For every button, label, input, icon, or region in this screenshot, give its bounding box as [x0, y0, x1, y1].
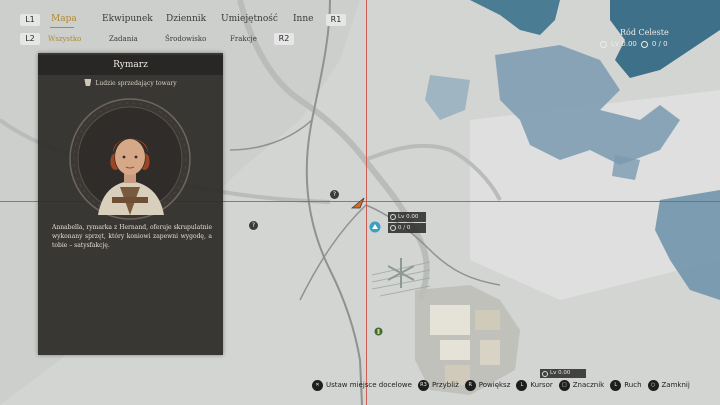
tab-equipment[interactable]: Ekwipunek: [102, 14, 153, 24]
l2-button-hint[interactable]: L2: [20, 33, 40, 45]
control-hints: ✕ Ustaw miejsce docelowe R3 Przybliż R P…: [312, 378, 690, 392]
panel-title: Rymarz: [38, 55, 223, 75]
map-count-value: 0 / 0: [398, 225, 411, 231]
level-icon: [600, 40, 607, 48]
control-label: Kursor: [530, 381, 553, 389]
map-bottom-level-pill: Lv 0.00: [540, 369, 586, 378]
region-stats: Lv 0.00 0 / 0: [600, 38, 668, 50]
left-stick-icon: L: [610, 379, 622, 391]
map-bottom-level-value: Lv 0.00: [550, 370, 571, 376]
control-set-destination[interactable]: ✕ Ustaw miejsce docelowe: [312, 379, 412, 391]
control-zoom[interactable]: R Powiększ: [464, 379, 511, 391]
control-cursor[interactable]: L Kursor: [516, 379, 553, 391]
control-close[interactable]: ○ Zamknij: [647, 379, 690, 391]
control-zoom-in[interactable]: R3 Przybliż: [417, 379, 459, 391]
control-label: Ruch: [624, 381, 642, 389]
control-label: Zamknij: [661, 381, 690, 389]
merchant-icon: [84, 79, 92, 86]
active-tab-underline: [50, 27, 74, 28]
subtab-factions[interactable]: Frakcje: [230, 35, 257, 43]
horse-merchant-icon[interactable]: [369, 221, 381, 233]
square-button-icon: □: [558, 379, 570, 391]
control-label: Znacznik: [572, 381, 605, 389]
map-level-value: Lv 0.00: [398, 214, 419, 220]
npc-description: Annabella, rymarka z Hernand, oferuje sk…: [52, 224, 212, 249]
progress-icon: [640, 40, 648, 48]
right-stick-icon: R: [464, 379, 476, 391]
crosshair-vertical: [366, 0, 367, 405]
tab-skills[interactable]: Umiejętność: [221, 14, 278, 24]
tab-map[interactable]: Mapa: [51, 14, 77, 24]
control-move[interactable]: L Ruch: [610, 379, 642, 391]
r1-button-hint[interactable]: R1: [326, 14, 346, 26]
region-name: Ród Celeste: [620, 28, 669, 37]
unknown-location-marker[interactable]: ?: [330, 190, 339, 199]
control-marker[interactable]: □ Znacznik: [558, 379, 605, 391]
cross-button-icon: ✕: [312, 379, 323, 391]
subtab-quests[interactable]: Zadania: [109, 35, 138, 43]
panel-subtitle: Ludzie sprzedający towary: [38, 79, 223, 87]
map-count-pill: 0 / 0: [388, 223, 426, 233]
level-icon: [390, 214, 396, 220]
r3-button-icon: R3: [417, 379, 429, 391]
npc-portrait: [68, 97, 192, 221]
progress-icon: [390, 225, 396, 231]
unknown-location-marker[interactable]: ?: [249, 221, 258, 230]
level-icon: [542, 370, 548, 377]
circle-button-icon: ○: [647, 379, 659, 391]
windmill-icon: [388, 258, 414, 288]
left-stick-icon: L: [516, 379, 528, 391]
region-count: 0 / 0: [651, 40, 668, 48]
region-level: Lv 0.00: [611, 40, 637, 48]
control-label: Ustaw miejsce docelowe: [326, 381, 412, 389]
map-level-pill: Lv 0.00: [388, 212, 426, 222]
panel-subtitle-text: Ludzie sprzedający towary: [95, 80, 177, 87]
control-label: Przybliż: [431, 381, 459, 389]
tab-other[interactable]: Inne: [293, 14, 313, 24]
subtab-all[interactable]: Wszystko: [48, 35, 81, 43]
subtab-environment[interactable]: Środowisko: [165, 35, 206, 43]
quest-marker-icon[interactable]: [374, 327, 383, 336]
tab-journal[interactable]: Dziennik: [166, 14, 206, 24]
player-cursor-icon: [350, 197, 365, 209]
control-label: Powiększ: [478, 381, 511, 389]
r2-button-hint[interactable]: R2: [274, 33, 294, 45]
location-info-panel: Rymarz Ludzie sprzedający towary Annabel…: [38, 53, 223, 355]
l1-button-hint[interactable]: L1: [20, 14, 40, 26]
